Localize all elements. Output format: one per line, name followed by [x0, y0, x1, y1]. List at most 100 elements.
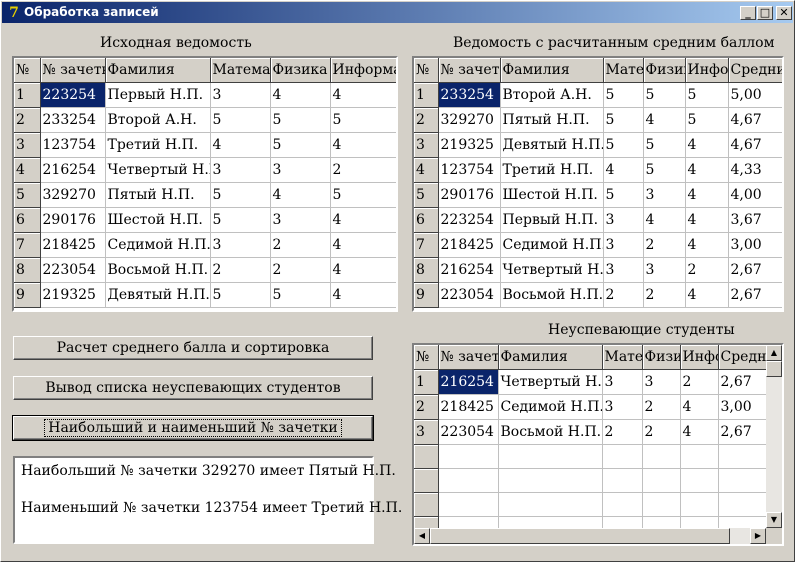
column-header[interactable]: Информатика [680, 345, 719, 370]
table-cell[interactable]: 2 [330, 157, 396, 183]
table-cell[interactable]: 4 [330, 207, 396, 233]
table-cell[interactable]: 4 [685, 207, 729, 233]
scroll-right-button[interactable]: ▶ [750, 528, 766, 544]
table-cell[interactable]: 4 [643, 207, 686, 233]
table-cell[interactable]: 3 [210, 232, 271, 258]
table-cell[interactable]: 3,00 [718, 394, 769, 420]
table-row[interactable]: 4 123754 Третий Н.П. 4 5 4 4,33 [414, 157, 782, 183]
table-cell[interactable]: 2 [685, 257, 729, 283]
table-cell[interactable]: 2 [642, 419, 681, 445]
table-cell[interactable]: Седимой Н.П. [498, 394, 603, 420]
table-cell[interactable]: 4 [330, 82, 396, 108]
table-cell[interactable]: Третий Н.П. [105, 132, 211, 158]
column-header[interactable]: № [414, 58, 439, 83]
table-cell[interactable]: 329270 [40, 182, 106, 208]
scroll-down-button[interactable]: ▼ [766, 512, 782, 528]
table-cell[interactable]: 5 [685, 107, 729, 133]
scroll-left-button[interactable]: ◀ [414, 528, 430, 544]
table-cell[interactable]: 4,00 [728, 182, 782, 208]
table-row[interactable]: 6 290176 Шестой Н.П. 5 3 4 [14, 207, 396, 233]
table-cell[interactable]: 216254 [40, 157, 106, 183]
table-cell[interactable]: 3 [603, 232, 644, 258]
table-cell[interactable]: 4 [643, 107, 686, 133]
table-cell[interactable]: 3 [603, 207, 644, 233]
table-cell[interactable]: 3 [642, 369, 681, 395]
table-cell[interactable]: 223254 [438, 207, 501, 233]
table-cell[interactable]: 123754 [40, 132, 106, 158]
title-bar[interactable]: 7 Обработка записей _ □ ✕ [2, 2, 793, 23]
table-cell[interactable]: 4 [680, 419, 719, 445]
table-cell[interactable]: 216254 [438, 369, 499, 395]
table-cell[interactable]: 233254 [438, 82, 501, 108]
horizontal-scrollbar[interactable]: ◀ ▶ [414, 528, 766, 544]
table-cell[interactable]: 5 [330, 107, 396, 133]
failing-grid[interactable]: №№ зачеткиФамилияМатематикаФизикаИнформа… [412, 343, 784, 546]
table-cell[interactable]: 3,00 [728, 232, 782, 258]
table-cell[interactable]: Третий Н.П. [500, 157, 604, 183]
table-cell[interactable]: 4 [685, 157, 729, 183]
table-cell[interactable]: 3,67 [728, 207, 782, 233]
table-cell[interactable]: 5 [210, 207, 271, 233]
table-row[interactable]: 2 233254 Второй А.Н. 5 5 5 [14, 107, 396, 133]
table-cell[interactable]: Седимой Н.П. [500, 232, 604, 258]
column-header[interactable]: Математика [602, 345, 643, 370]
column-header[interactable]: Математика [210, 58, 271, 83]
table-row[interactable]: 5 290176 Шестой Н.П. 5 3 4 4,00 [414, 182, 782, 208]
table-cell[interactable]: 5 [685, 82, 729, 108]
table-cell[interactable]: 219325 [40, 282, 106, 308]
table-cell[interactable]: 216254 [438, 257, 501, 283]
table-cell[interactable]: Четвертый Н.П. [105, 157, 211, 183]
column-header[interactable]: № зачетки [438, 345, 499, 370]
column-header[interactable]: № [414, 345, 439, 370]
table-cell[interactable]: 2 [680, 369, 719, 395]
table-cell[interactable]: 3 [603, 257, 644, 283]
table-row[interactable]: 7 218425 Седимой Н.П. 3 2 4 [14, 232, 396, 258]
horizontal-scroll-thumb[interactable] [430, 528, 730, 544]
column-header[interactable]: Физика [643, 58, 686, 83]
scroll-up-button[interactable]: ▲ [766, 345, 782, 361]
result-grid[interactable]: №№ зачеткиФамилияМатематикаФизикаИнформа… [412, 56, 784, 312]
table-cell[interactable]: 2,67 [728, 257, 782, 283]
table-cell[interactable]: 5 [643, 157, 686, 183]
table-cell[interactable]: 218425 [438, 394, 499, 420]
max-min-button[interactable]: Наибольший и наименьший № зачетки [12, 415, 374, 441]
table-row[interactable]: 1216254Четвертый Н.П.3322,67 [414, 369, 769, 395]
table-cell[interactable]: 4 [685, 232, 729, 258]
table-cell[interactable]: 4 [685, 182, 729, 208]
table-cell[interactable]: Шестой Н.П. [105, 207, 211, 233]
table-cell[interactable]: 4,67 [728, 107, 782, 133]
vertical-scrollbar[interactable]: ▲ ▼ [766, 345, 782, 528]
table-cell[interactable]: 5 [270, 107, 331, 133]
result-memo[interactable]: Наибольший № зачетки 329270 имеет Пятый … [13, 456, 402, 544]
table-cell[interactable]: Восьмой Н.П. [500, 282, 604, 308]
table-cell[interactable]: 5 [210, 182, 271, 208]
table-cell[interactable]: Восьмой Н.П. [498, 419, 603, 445]
table-row[interactable]: 3 223054 Восьмой Н.П. 2 2 4 2,67 [414, 419, 769, 445]
table-cell[interactable]: 4 [330, 232, 396, 258]
table-cell[interactable]: 223254 [40, 82, 106, 108]
table-cell[interactable]: Шестой Н.П. [500, 182, 604, 208]
table-cell[interactable]: 4,33 [728, 157, 782, 183]
maximize-button[interactable]: □ [757, 6, 773, 20]
column-header[interactable]: № зачетки [438, 58, 501, 83]
table-cell[interactable]: 3 [602, 394, 643, 420]
table-cell[interactable]: 3 [270, 157, 331, 183]
column-header[interactable]: Фамилия [498, 345, 603, 370]
table-cell[interactable]: 223054 [438, 419, 499, 445]
table-cell[interactable]: 4 [330, 132, 396, 158]
table-cell[interactable]: 2 [210, 257, 271, 283]
table-cell[interactable]: 233254 [40, 107, 106, 133]
column-header[interactable]: Средний балл [718, 345, 769, 370]
table-cell[interactable]: 218425 [40, 232, 106, 258]
table-row[interactable]: 3 123754 Третий Н.П. 4 5 4 [14, 132, 396, 158]
table-row[interactable]: 5 329270 Пятый Н.П. 5 4 5 [14, 182, 396, 208]
table-cell[interactable]: 3 [270, 207, 331, 233]
table-cell[interactable]: 2 [643, 232, 686, 258]
table-cell[interactable]: 123754 [438, 157, 501, 183]
table-cell[interactable]: 329270 [438, 107, 501, 133]
table-cell[interactable]: 2,67 [728, 282, 782, 308]
table-cell[interactable]: 5 [643, 82, 686, 108]
table-cell[interactable]: 4 [603, 157, 644, 183]
table-cell[interactable]: 2,67 [718, 419, 769, 445]
table-row[interactable]: 7 218425 Седимой Н.П. 3 2 4 3,00 [414, 232, 782, 258]
